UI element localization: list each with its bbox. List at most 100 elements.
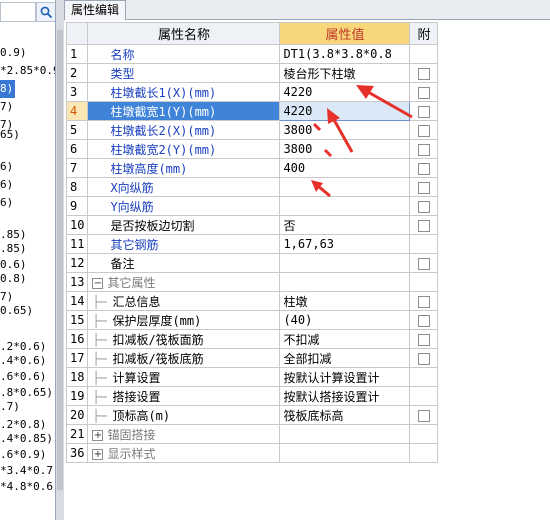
property-name-cell[interactable]: 柱墩截长1(X)(mm) (87, 82, 281, 102)
property-value-cell[interactable]: 否 (279, 215, 411, 235)
property-row[interactable]: 4 柱墩截宽1(Y)(mm) 4220 (65, 101, 439, 121)
property-value-cell[interactable]: 按默认搭接设置计 (279, 386, 411, 406)
attach-cell[interactable] (409, 272, 439, 292)
property-name-cell[interactable]: ├─ 搭接设置 (87, 386, 281, 406)
attach-checkbox[interactable] (417, 124, 430, 137)
collapse-icon[interactable]: − (92, 277, 104, 289)
attach-cell[interactable] (409, 386, 439, 406)
property-value-cell[interactable]: 3800 (279, 139, 411, 159)
property-row[interactable]: 15 ├─ 保护层厚度(mm) (40) (65, 310, 439, 330)
property-value-cell[interactable] (279, 253, 411, 273)
property-value-cell[interactable]: 不扣减 (279, 329, 411, 349)
property-row[interactable]: 6 柱墩截宽2(Y)(mm) 3800 (65, 139, 439, 159)
attach-checkbox[interactable] (417, 257, 430, 270)
property-row[interactable]: 11 其它钢筋 1,67,63 (65, 234, 439, 254)
property-name-cell[interactable]: 柱墩高度(mm) (87, 158, 281, 178)
property-name-cell[interactable]: 名称 (87, 44, 281, 64)
attach-header[interactable]: 附 (409, 22, 439, 45)
property-value-cell[interactable] (279, 177, 411, 197)
attach-checkbox[interactable] (417, 181, 430, 194)
property-value-cell[interactable] (279, 272, 411, 292)
attach-checkbox[interactable] (417, 314, 430, 327)
search-button[interactable] (36, 2, 55, 22)
property-row[interactable]: 7 柱墩高度(mm) 400 (65, 158, 439, 178)
attach-checkbox[interactable] (417, 86, 430, 99)
tree-item[interactable]: 6) (0, 158, 13, 176)
property-value-cell[interactable]: 1,67,63 (279, 234, 411, 254)
property-value-cell[interactable] (279, 443, 411, 463)
property-value-cell[interactable] (279, 196, 411, 216)
attach-cell[interactable] (409, 443, 439, 463)
scrollbar-thumb[interactable] (57, 30, 63, 490)
property-value-cell[interactable]: 柱墩 (279, 291, 411, 311)
property-name-cell[interactable]: ├─ 顶标高(m) (87, 405, 281, 425)
attach-checkbox[interactable] (417, 200, 430, 213)
attach-cell[interactable] (409, 234, 439, 254)
property-row[interactable]: 13− 其它属性 (65, 272, 439, 292)
tree-item[interactable]: 65) (0, 126, 20, 144)
attach-cell[interactable] (409, 44, 439, 64)
property-name-cell[interactable]: + 锚固搭接 (87, 424, 281, 444)
property-row[interactable]: 1 名称 DT1(3.8*3.8*0.8 (65, 44, 439, 64)
property-name-cell[interactable]: − 其它属性 (87, 272, 281, 292)
property-row[interactable]: 10 是否按板边切割 否 (65, 215, 439, 235)
attach-checkbox[interactable] (417, 352, 430, 365)
property-name-cell[interactable]: 是否按板边切割 (87, 215, 281, 235)
property-row[interactable]: 5 柱墩截长2(X)(mm) 3800 (65, 120, 439, 140)
property-name-cell[interactable]: ├─ 扣减板/筏板面筋 (87, 329, 281, 349)
property-row[interactable]: 36 + 显示样式 (65, 443, 439, 463)
property-row[interactable]: 21 + 锚固搭接 (65, 424, 439, 444)
attach-checkbox[interactable] (417, 105, 430, 118)
tree-item[interactable]: 6) (0, 176, 13, 194)
property-name-cell[interactable]: ├─ 汇总信息 (87, 291, 281, 311)
tree-item[interactable]: *4.8*0.6) (0, 478, 55, 496)
property-row[interactable]: 8 X向纵筋 (65, 177, 439, 197)
property-row[interactable]: 19 ├─ 搭接设置 按默认搭接设置计 (65, 386, 439, 406)
property-row[interactable]: 12 备注 (65, 253, 439, 273)
property-row[interactable]: 17 ├─ 扣减板/筏板底筋 全部扣减 (65, 348, 439, 368)
property-name-cell[interactable]: 类型 (87, 63, 281, 83)
tree-item[interactable]: 6) (0, 194, 13, 212)
property-name-cell[interactable]: ├─ 计算设置 (87, 367, 281, 387)
attach-cell[interactable] (409, 367, 439, 387)
property-value-cell[interactable]: 按默认计算设置计 (279, 367, 411, 387)
property-value-cell[interactable]: 4220 (279, 101, 411, 121)
tree-item[interactable]: 0.8) (0, 270, 27, 288)
attach-checkbox[interactable] (417, 295, 430, 308)
tree-search-input[interactable] (0, 2, 36, 22)
attach-cell[interactable] (409, 424, 439, 444)
property-value-cell[interactable]: 400 (279, 158, 411, 178)
attach-checkbox[interactable] (417, 143, 430, 156)
property-row[interactable]: 2 类型 棱台形下柱墩 (65, 63, 439, 83)
property-value-cell[interactable]: 4220 (279, 82, 411, 102)
property-name-cell[interactable]: 柱墩截宽1(Y)(mm) (87, 101, 281, 121)
property-row[interactable]: 20 ├─ 顶标高(m) 筏板底标高 (65, 405, 439, 425)
property-name-cell[interactable]: 其它钢筋 (87, 234, 281, 254)
tree-item[interactable]: 7) (0, 98, 13, 116)
property-value-cell[interactable]: DT1(3.8*3.8*0.8 (279, 44, 411, 64)
property-row[interactable]: 18 ├─ 计算设置 按默认计算设置计 (65, 367, 439, 387)
property-name-cell[interactable]: 柱墩截长2(X)(mm) (87, 120, 281, 140)
property-row[interactable]: 14 ├─ 汇总信息 柱墩 (65, 291, 439, 311)
property-row[interactable]: 3 柱墩截长1(X)(mm) 4220 (65, 82, 439, 102)
property-value-cell[interactable]: (40) (279, 310, 411, 330)
property-name-cell[interactable]: ├─ 保护层厚度(mm) (87, 310, 281, 330)
property-row[interactable]: 9 Y向纵筋 (65, 196, 439, 216)
tree-item[interactable]: *2.85*0.9 (0, 62, 55, 80)
tree-item[interactable]: 8) (0, 80, 16, 98)
property-value-cell[interactable]: 3800 (279, 120, 411, 140)
attach-checkbox[interactable] (417, 333, 430, 346)
attach-checkbox[interactable] (417, 67, 430, 80)
tab-property-editor[interactable]: 属性编辑 (64, 0, 127, 20)
attach-checkbox[interactable] (417, 162, 430, 175)
property-name-cell[interactable]: + 显示样式 (87, 443, 281, 463)
property-row[interactable]: 16 ├─ 扣减板/筏板面筋 不扣减 (65, 329, 439, 349)
tree-item[interactable]: 0.65) (0, 302, 33, 320)
tree-scrollbar[interactable] (56, 0, 64, 520)
expand-icon[interactable]: + (92, 429, 104, 441)
property-name-header[interactable]: 属性名称 (87, 22, 281, 45)
expand-icon[interactable]: + (92, 448, 104, 460)
tree-item[interactable]: .7) (0, 398, 20, 416)
property-name-cell[interactable]: X向纵筋 (87, 177, 281, 197)
property-name-cell[interactable]: 柱墩截宽2(Y)(mm) (87, 139, 281, 159)
